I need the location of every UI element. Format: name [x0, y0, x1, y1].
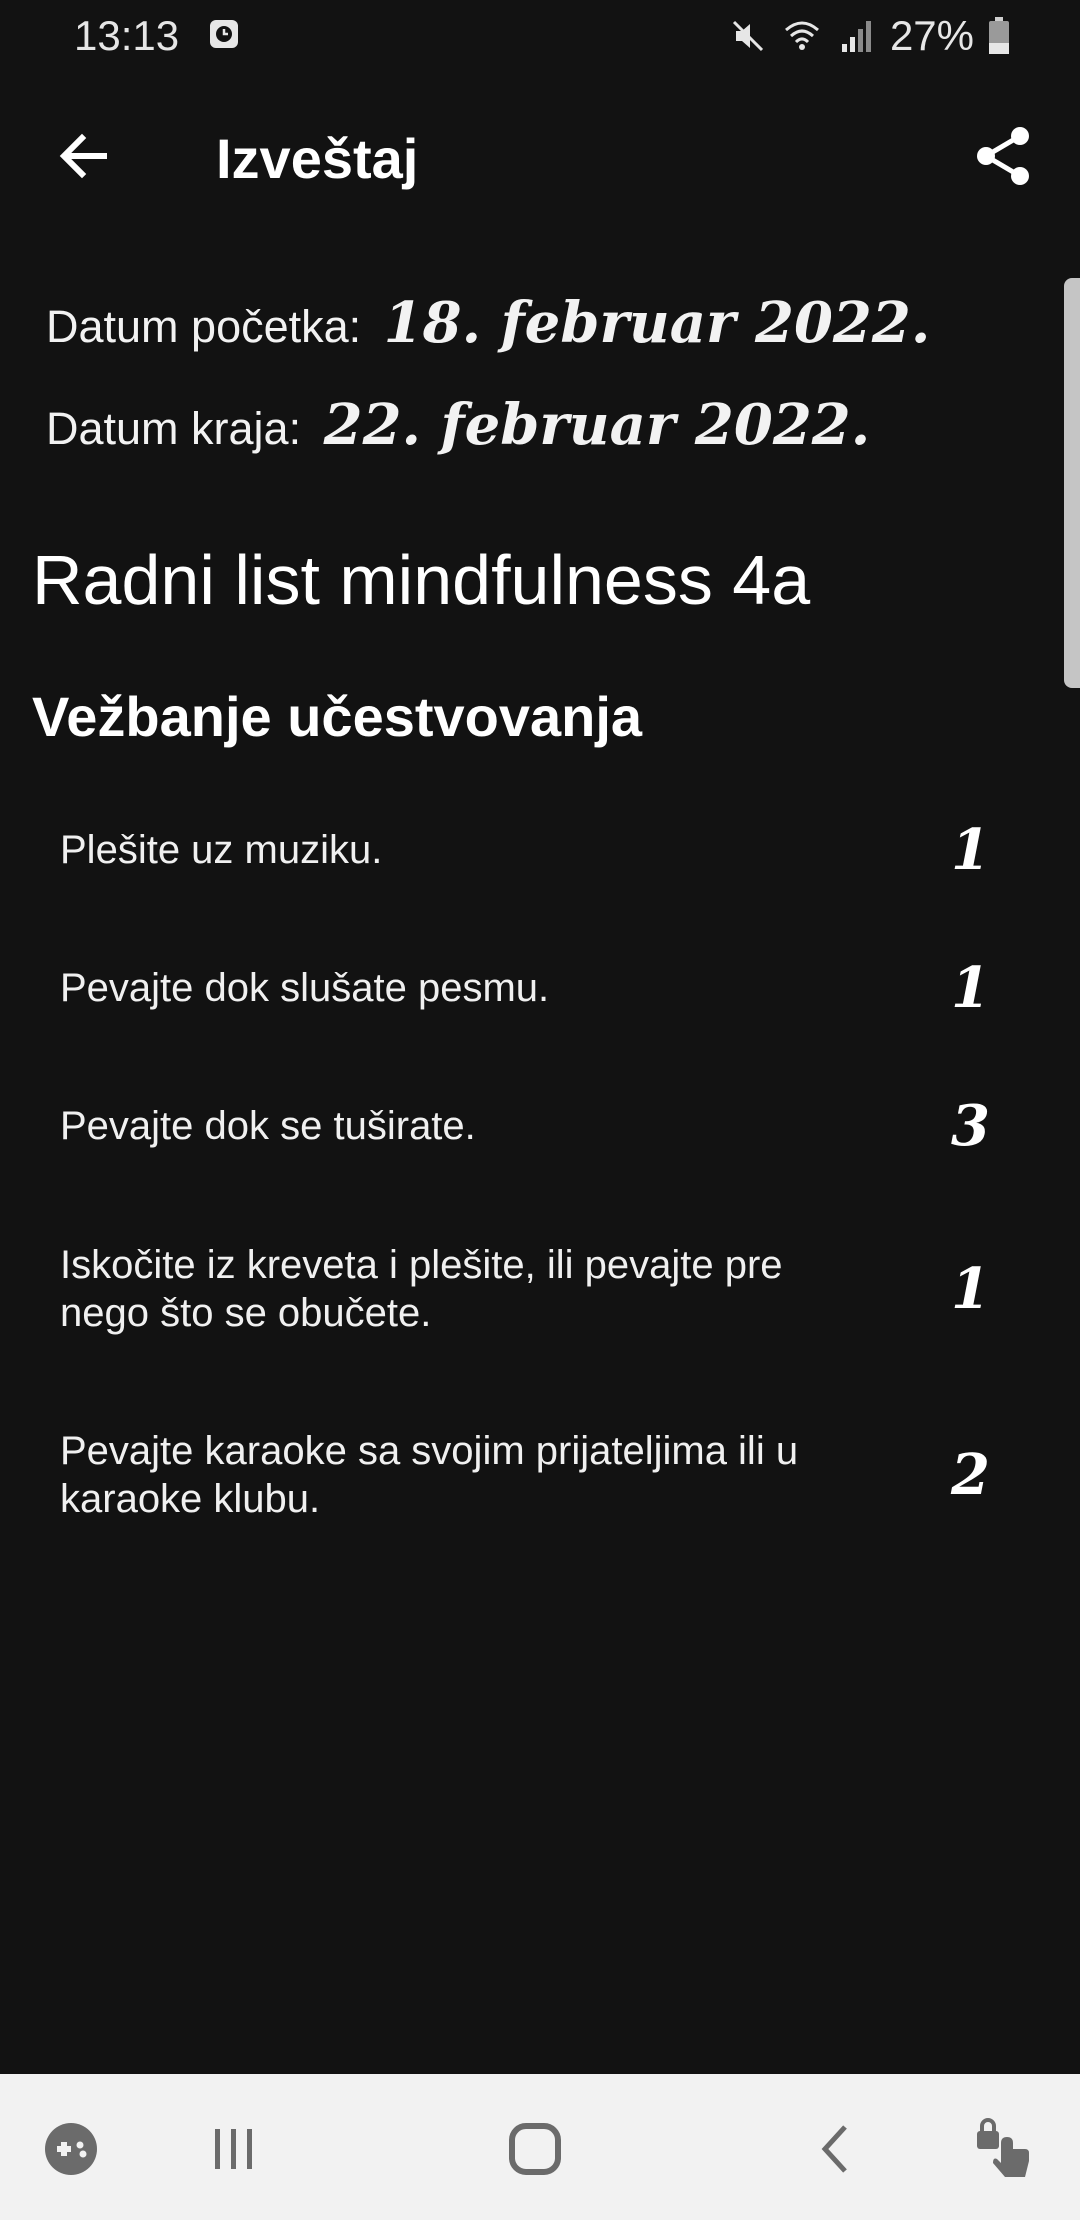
item-text: Iskočite iz kreveta i plešite, ili pevaj…: [60, 1243, 783, 1335]
item-score: 2: [951, 1442, 990, 1508]
item-score: 1: [951, 817, 990, 883]
status-icons: 27%: [728, 12, 1010, 60]
back-nav-button[interactable]: [800, 2114, 870, 2184]
app-bar: Izveštaj: [0, 72, 1080, 242]
share-icon: [977, 127, 1029, 185]
back-icon: [821, 2125, 847, 2173]
touch-lock-icon: [977, 2118, 1029, 2177]
battery-icon: [989, 17, 1009, 54]
wifi-icon: [784, 21, 819, 50]
recents-icon: [215, 2129, 252, 2169]
status-bar: 13:13 27%: [0, 0, 1080, 72]
end-date-value: 22. februar 2022.: [323, 392, 871, 458]
touch-lock-button[interactable]: [970, 2114, 1040, 2184]
home-icon: [509, 2123, 561, 2175]
page-title: Izveštaj: [216, 127, 419, 190]
list-item: Pevajte dok se tuširate. 3: [60, 1076, 1020, 1176]
worksheet-title: Radni list mindfulness 4a: [32, 541, 811, 619]
signal-icon: [841, 21, 871, 52]
item-score: 3: [951, 1093, 990, 1159]
list-item: Iskočite iz kreveta i plešite, ili pevaj…: [60, 1214, 1020, 1364]
arrow-left-icon: [59, 133, 107, 179]
item-score: 1: [951, 1256, 990, 1322]
start-date-label: Datum početka:: [46, 301, 362, 352]
navigation-bar: [0, 2074, 1080, 2220]
game-launcher-icon: [45, 2123, 97, 2175]
alarm-icon: [210, 20, 238, 48]
battery-percentage: 27%: [889, 12, 974, 59]
item-score: 1: [951, 955, 990, 1021]
item-text: Pevajte karaoke sa svojim prijateljima i…: [60, 1429, 799, 1521]
game-launcher-button[interactable]: [36, 2114, 106, 2184]
item-text: Pevajte dok se tuširate.: [60, 1104, 476, 1148]
item-text: Plešite uz muziku.: [60, 828, 383, 872]
status-time: 13:13: [74, 12, 180, 59]
item-text: Pevajte dok slušate pesmu.: [60, 966, 550, 1010]
recents-button[interactable]: [198, 2114, 268, 2184]
home-button[interactable]: [500, 2114, 570, 2184]
back-button[interactable]: [48, 120, 120, 192]
end-date-row: Datum kraja: 22. februar 2022.: [46, 392, 870, 458]
mute-icon: [732, 20, 763, 52]
scrollbar[interactable]: [1064, 278, 1080, 688]
start-date-value: 18. februar 2022.: [383, 290, 931, 356]
list-item: Plešite uz muziku. 1: [60, 800, 1020, 900]
share-button[interactable]: [964, 116, 1044, 196]
start-date-row: Datum početka: 18. februar 2022.: [46, 290, 930, 356]
list-item: Pevajte dok slušate pesmu. 1: [60, 938, 1020, 1038]
section-title: Vežbanje učestvovanja: [32, 685, 643, 748]
list-item: Pevajte karaoke sa svojim prijateljima i…: [60, 1400, 1020, 1550]
end-date-label: Datum kraja:: [46, 403, 302, 454]
